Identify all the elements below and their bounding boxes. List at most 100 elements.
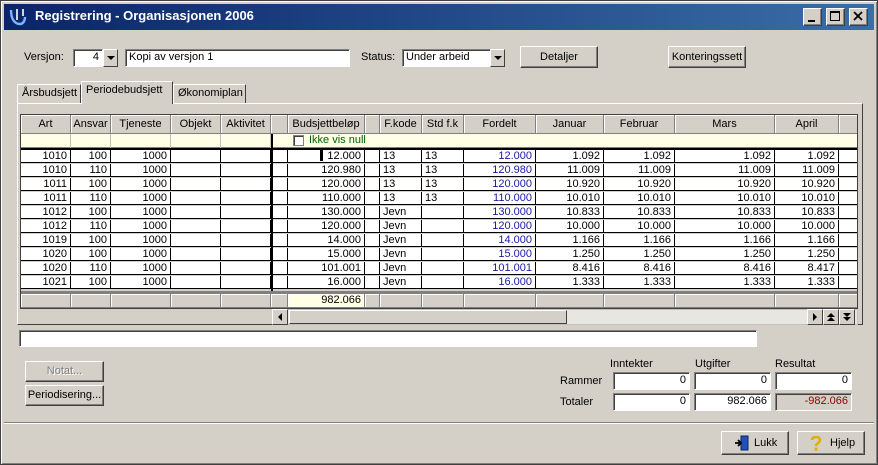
- cell-tjeneste[interactable]: 1000: [111, 206, 171, 218]
- table-row[interactable]: 1012 110 1000 120.000 Jevn 120.000 10.000 10.00…: [21, 220, 857, 233]
- scroll-bottom-button[interactable]: [839, 309, 855, 325]
- scroll-left-button[interactable]: [272, 309, 288, 325]
- cell-januar[interactable]: 1.092: [536, 150, 604, 162]
- cell-januar[interactable]: 1.166: [536, 234, 604, 246]
- col-header-mars[interactable]: Mars: [675, 115, 775, 134]
- table-row[interactable]: 1020 110 1000 101.001 Jevn 101.001 8.416 8.416 8…: [21, 262, 857, 275]
- cell-april[interactable]: 1.092: [775, 150, 839, 162]
- hjelp-button[interactable]: Hjelp: [797, 431, 865, 455]
- cell-objekt[interactable]: [171, 262, 221, 274]
- col-header-art[interactable]: Art: [21, 115, 71, 134]
- cell-art[interactable]: 1010: [21, 150, 71, 162]
- cell-januar[interactable]: 11.009: [536, 164, 604, 176]
- cell-art[interactable]: 1020: [21, 262, 71, 274]
- cell-fkode[interactable]: Jevn: [380, 220, 422, 232]
- cell-objekt[interactable]: [171, 220, 221, 232]
- cell-februar[interactable]: 10.920: [604, 178, 675, 190]
- cell-aktivitet[interactable]: [221, 276, 271, 288]
- status-dropdown-arrow[interactable]: [490, 49, 505, 67]
- cell-std-fk[interactable]: 13: [422, 164, 464, 176]
- maximize-button[interactable]: [826, 8, 845, 26]
- notat-button[interactable]: Notat...: [25, 361, 104, 382]
- table-row[interactable]: 1010 100 1000 12.000 13 13 12.000 1.092 1.092 1.0…: [21, 150, 857, 163]
- table-row[interactable]: 1010 110 1000 120.980 13 13 120.980 11.009 11.00…: [21, 164, 857, 177]
- cell-art[interactable]: 1020: [21, 248, 71, 260]
- cell-tjeneste[interactable]: 1000: [111, 164, 171, 176]
- cell-aktivitet[interactable]: [221, 206, 271, 218]
- cell-std-fk[interactable]: [422, 276, 464, 288]
- cell-februar[interactable]: 10.010: [604, 192, 675, 204]
- cell-fordelt[interactable]: 120.000: [464, 220, 536, 232]
- status-message-field[interactable]: [19, 330, 757, 347]
- table-row[interactable]: 1011 100 1000 120.000 13 13 120.000 10.920 10.92…: [21, 178, 857, 191]
- col-header-ansvar[interactable]: Ansvar: [71, 115, 111, 134]
- close-button[interactable]: [849, 8, 868, 26]
- cell-januar[interactable]: 10.000: [536, 220, 604, 232]
- cell-april[interactable]: 10.010: [775, 192, 839, 204]
- cell-april[interactable]: 10.920: [775, 178, 839, 190]
- cell-tjeneste[interactable]: 1000: [111, 276, 171, 288]
- cell-art[interactable]: 1019: [21, 234, 71, 246]
- tab-periodebudsjett[interactable]: Periodebudsjett: [81, 81, 173, 104]
- ikke-vis-null-checkbox[interactable]: Ikke vis null: [288, 134, 380, 148]
- title-bar[interactable]: Registrering - Organisasjonen 2006: [4, 4, 874, 30]
- cell-mars[interactable]: 1.250: [675, 248, 775, 260]
- cell-februar[interactable]: 8.416: [604, 262, 675, 274]
- cell-februar[interactable]: 1.333: [604, 276, 675, 288]
- cell-fkode[interactable]: Jevn: [380, 276, 422, 288]
- tab-okonomiplan[interactable]: Økonomiplan: [173, 84, 246, 103]
- cell-ansvar[interactable]: 100: [71, 248, 111, 260]
- col-header-tjeneste[interactable]: Tjeneste: [111, 115, 171, 134]
- cell-april[interactable]: 1.333: [775, 276, 839, 288]
- cell-std-fk[interactable]: [422, 220, 464, 232]
- cell-april[interactable]: 10.000: [775, 220, 839, 232]
- cell-art[interactable]: 1010: [21, 164, 71, 176]
- cell-januar[interactable]: 10.920: [536, 178, 604, 190]
- cell-std-fk[interactable]: 13: [422, 150, 464, 162]
- cell-februar[interactable]: 1.092: [604, 150, 675, 162]
- versjon-number-field[interactable]: 4: [73, 49, 103, 67]
- cell-std-fk[interactable]: 13: [422, 178, 464, 190]
- cell-mars[interactable]: 8.416: [675, 262, 775, 274]
- cell-fkode[interactable]: Jevn: [380, 206, 422, 218]
- cell-budsjettbelop[interactable]: 15.000: [288, 248, 365, 260]
- cell-fordelt[interactable]: 12.000: [464, 150, 536, 162]
- cell-mars[interactable]: 10.010: [675, 192, 775, 204]
- detaljer-button[interactable]: Detaljer: [520, 46, 598, 68]
- cell-fkode[interactable]: 13: [380, 178, 422, 190]
- cell-januar[interactable]: 1.333: [536, 276, 604, 288]
- cell-aktivitet[interactable]: [221, 234, 271, 246]
- cell-fkode[interactable]: Jevn: [380, 248, 422, 260]
- cell-std-fk[interactable]: [422, 262, 464, 274]
- col-header-objekt[interactable]: Objekt: [171, 115, 221, 134]
- cell-januar[interactable]: 1.250: [536, 248, 604, 260]
- cell-februar[interactable]: 10.833: [604, 206, 675, 218]
- cell-januar[interactable]: 10.010: [536, 192, 604, 204]
- cell-mars[interactable]: 1.166: [675, 234, 775, 246]
- versjon-name-field[interactable]: Kopi av versjon 1: [125, 49, 350, 67]
- cell-ansvar[interactable]: 100: [71, 206, 111, 218]
- cell-aktivitet[interactable]: [221, 164, 271, 176]
- cell-fordelt[interactable]: 120.000: [464, 178, 536, 190]
- cell-februar[interactable]: 1.166: [604, 234, 675, 246]
- cell-budsjettbelop[interactable]: 12.000: [288, 150, 365, 162]
- cell-ansvar[interactable]: 110: [71, 220, 111, 232]
- cell-objekt[interactable]: [171, 178, 221, 190]
- cell-ansvar[interactable]: 110: [71, 164, 111, 176]
- cell-objekt[interactable]: [171, 164, 221, 176]
- cell-tjeneste[interactable]: 1000: [111, 248, 171, 260]
- table-row[interactable]: 1011 110 1000 110.000 13 13 110.000 10.010 10.01…: [21, 192, 857, 205]
- cell-fordelt[interactable]: 14.000: [464, 234, 536, 246]
- col-header-januar[interactable]: Januar: [536, 115, 604, 134]
- cell-budsjettbelop[interactable]: 120.000: [288, 178, 365, 190]
- cell-fkode[interactable]: 13: [380, 192, 422, 204]
- scroll-top-button[interactable]: [823, 309, 839, 325]
- cell-april[interactable]: 1.250: [775, 248, 839, 260]
- cell-mars[interactable]: 11.009: [675, 164, 775, 176]
- cell-fkode[interactable]: 13: [380, 164, 422, 176]
- cell-tjeneste[interactable]: 1000: [111, 234, 171, 246]
- cell-ansvar[interactable]: 110: [71, 262, 111, 274]
- periodisering-button[interactable]: Periodisering...: [25, 385, 104, 406]
- cell-fkode[interactable]: Jevn: [380, 262, 422, 274]
- col-header-aktivitet[interactable]: Aktivitet: [221, 115, 271, 134]
